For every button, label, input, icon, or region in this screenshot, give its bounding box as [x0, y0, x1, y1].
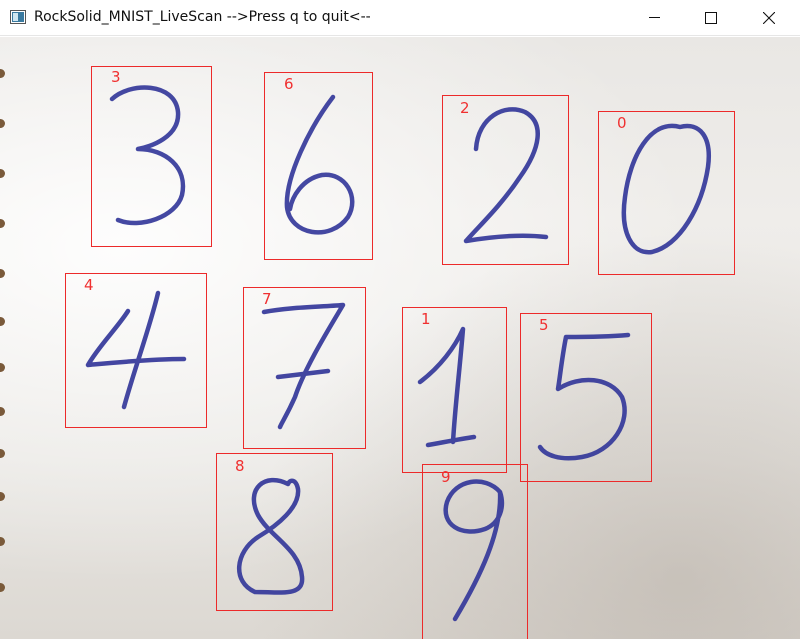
detection-label-2: 2 — [460, 99, 470, 117]
detection-box-7 — [243, 287, 366, 449]
window-title: RockSolid_MNIST_LiveScan -->Press q to q… — [34, 9, 371, 25]
detection-label-8: 8 — [235, 457, 245, 475]
detection-box-1 — [402, 307, 507, 473]
detection-box-0 — [598, 111, 735, 275]
close-icon — [763, 12, 775, 24]
detection-label-9: 9 — [441, 468, 451, 486]
detection-label-6: 6 — [284, 75, 294, 93]
maximize-icon — [705, 12, 717, 24]
detection-box-6 — [264, 72, 373, 260]
detection-box-9 — [422, 464, 528, 639]
minimize-icon — [649, 17, 660, 18]
detection-label-4: 4 — [84, 276, 94, 294]
detection-box-5 — [520, 313, 652, 482]
window-title-bar[interactable]: RockSolid_MNIST_LiveScan -->Press q to q… — [0, 0, 800, 36]
detection-label-5: 5 — [539, 316, 549, 334]
detection-label-7: 7 — [262, 290, 272, 308]
detection-box-3 — [91, 66, 212, 247]
app-window-icon — [10, 10, 26, 24]
detection-box-2 — [442, 95, 569, 265]
detection-label-0: 0 — [617, 114, 627, 132]
detection-box-4 — [65, 273, 207, 428]
close-button[interactable] — [746, 0, 792, 36]
maximize-button[interactable] — [688, 0, 734, 36]
detection-box-8 — [216, 453, 333, 611]
camera-frame: 3 6 2 0 4 7 1 5 8 9 — [0, 37, 800, 639]
detection-label-3: 3 — [111, 68, 121, 86]
detection-label-1: 1 — [421, 310, 431, 328]
minimize-button[interactable] — [632, 0, 678, 36]
